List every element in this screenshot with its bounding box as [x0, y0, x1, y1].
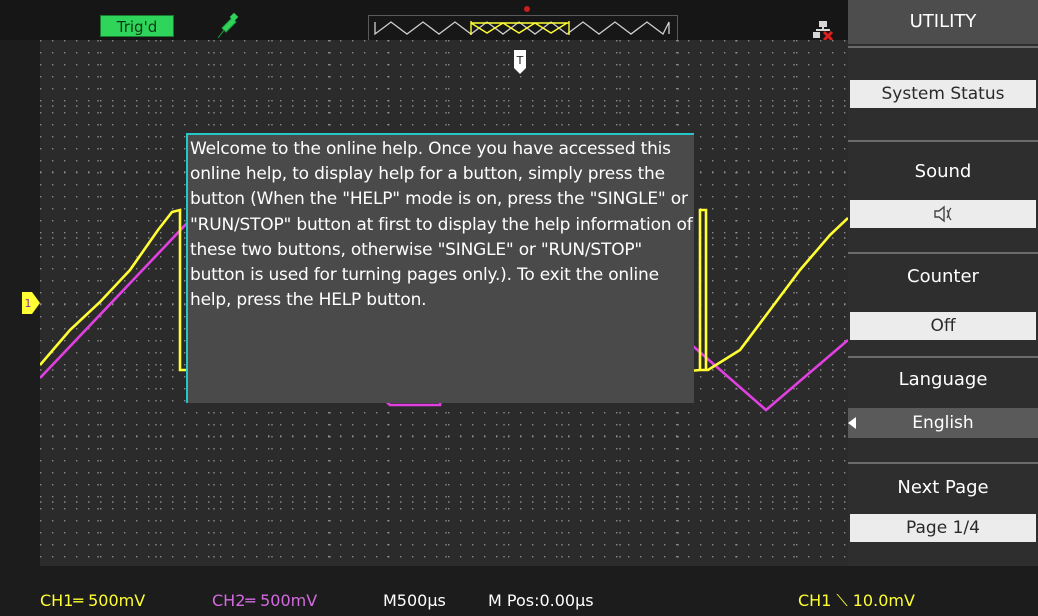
- menu-divider: [848, 252, 1038, 254]
- counter-label[interactable]: Counter: [848, 263, 1038, 291]
- probe-icon: [217, 12, 239, 39]
- timebase-window-strip: [368, 15, 678, 41]
- trigger-position-dot: [524, 6, 530, 12]
- online-help-overlay: Welcome to the online help. Once you hav…: [186, 133, 694, 403]
- page-indicator[interactable]: Page 1/4: [850, 514, 1036, 542]
- svg-text:T: T: [516, 54, 524, 67]
- network-disconnected-icon: [813, 21, 834, 42]
- ch1-ground-marker[interactable]: 1: [22, 292, 40, 314]
- next-page-label[interactable]: Next Page: [848, 474, 1038, 502]
- language-selector-arrow-icon: [848, 417, 856, 429]
- sound-label[interactable]: Sound: [848, 158, 1038, 186]
- system-status-button[interactable]: System Status: [850, 80, 1036, 108]
- counter-value[interactable]: Off: [850, 312, 1036, 340]
- timebase-waveform-icon: [374, 21, 670, 36]
- menu-divider: [848, 462, 1038, 464]
- utility-menu: UTILITY System Status Sound Counter Off …: [848, 0, 1038, 566]
- menu-divider: [848, 140, 1038, 142]
- ch2-scale[interactable]: CH2═ 500mV: [212, 586, 317, 616]
- trigger-readout: CH1 ⟍ 10.0mV: [798, 591, 915, 610]
- language-label[interactable]: Language: [848, 366, 1038, 394]
- horizontal-position-readout: M Pos:0.00µs: [488, 591, 594, 610]
- language-value[interactable]: English: [848, 408, 1038, 438]
- menu-title: UTILITY: [848, 0, 1038, 44]
- trigger-status-badge: Trig'd: [100, 15, 174, 37]
- speaker-icon: [934, 205, 952, 223]
- sound-value[interactable]: [850, 200, 1036, 228]
- ch1-scale[interactable]: CH1═ 500mV: [40, 586, 145, 616]
- svg-text:1: 1: [25, 297, 32, 310]
- menu-divider: [848, 46, 1038, 48]
- menu-divider: [848, 356, 1038, 358]
- bottom-status-bar: CH1═ 500mV CH2═ 500mV M500µs M Pos:0.00µ…: [0, 586, 1038, 616]
- timebase-readout: M500µs: [383, 591, 446, 610]
